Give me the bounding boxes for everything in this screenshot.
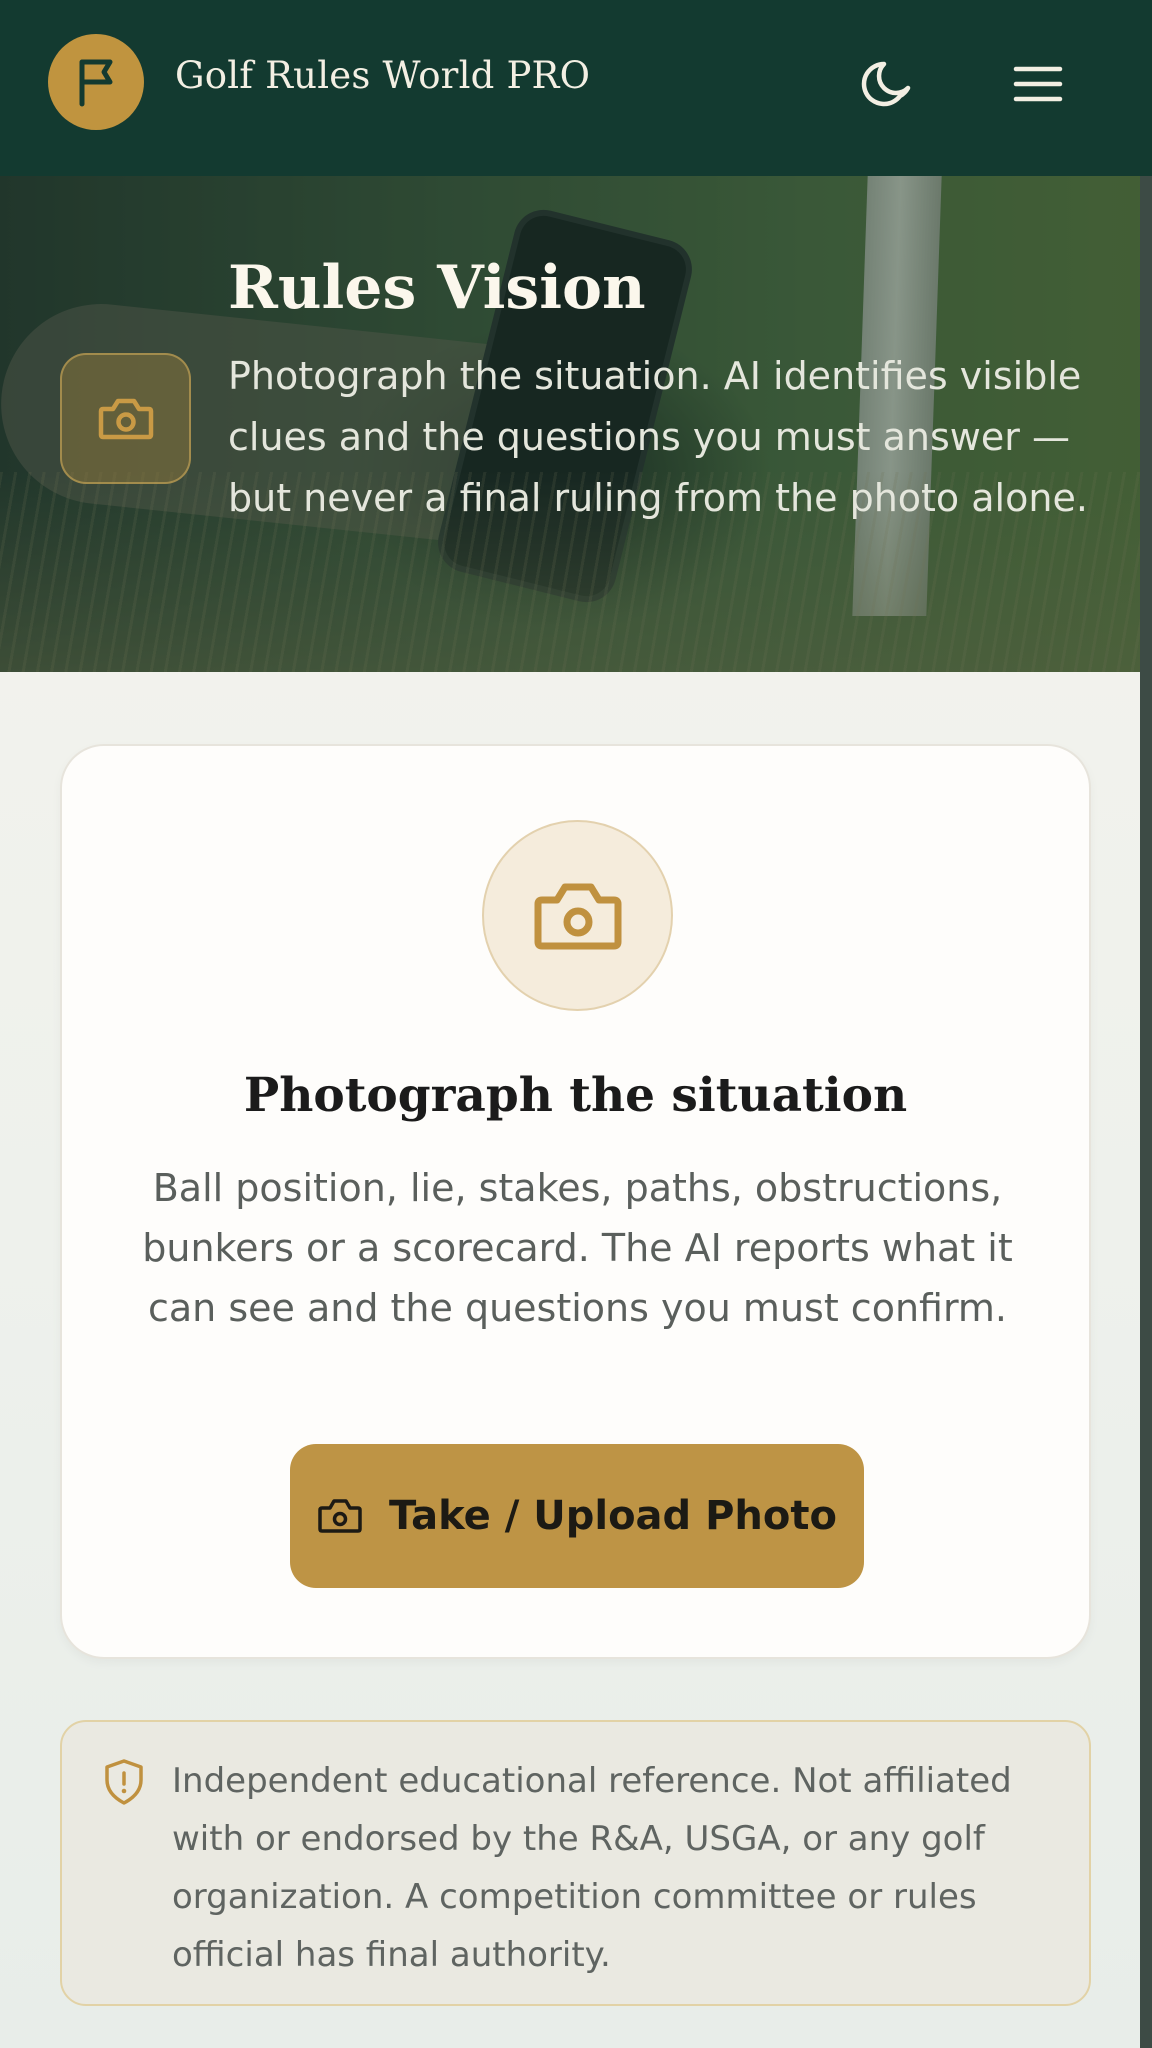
photo-capture-card: Photograph the situation Ball position, … bbox=[60, 744, 1091, 1659]
card-description: Ball position, lie, stakes, paths, obstr… bbox=[142, 1166, 1013, 1330]
scrollbar-track bbox=[1140, 176, 1152, 672]
camera-icon bbox=[318, 1499, 362, 1533]
hero-description: Photograph the situation. AI identifies … bbox=[228, 354, 1088, 520]
take-upload-photo-button[interactable]: Take / Upload Photo bbox=[290, 1444, 864, 1588]
hero-title: Rules Vision bbox=[228, 253, 646, 323]
hero-camera-badge bbox=[60, 353, 191, 484]
shield-alert-icon bbox=[105, 1759, 143, 1805]
theme-toggle-button[interactable] bbox=[852, 48, 924, 120]
scrollbar-track-lower bbox=[1140, 672, 1152, 2048]
camera-icon bbox=[534, 883, 621, 949]
app-header: Golf Rules World PRO bbox=[0, 0, 1152, 176]
hamburger-menu-icon bbox=[1013, 66, 1063, 102]
take-upload-photo-label: Take / Upload Photo bbox=[389, 1493, 837, 1539]
menu-button[interactable] bbox=[1002, 48, 1074, 120]
moon-icon bbox=[861, 61, 911, 107]
camera-icon bbox=[98, 398, 153, 439]
disclaimer-box: Independent educational reference. Not a… bbox=[60, 1720, 1091, 2006]
app-title: Golf Rules World PRO bbox=[175, 54, 591, 97]
app-logo[interactable] bbox=[48, 34, 144, 130]
card-camera-badge bbox=[482, 820, 673, 1011]
flag-icon bbox=[79, 59, 113, 107]
hero-banner: Rules Vision Photograph the situation. A… bbox=[0, 176, 1152, 672]
disclaimer-text: Independent educational reference. Not a… bbox=[172, 1761, 1012, 1975]
card-title: Photograph the situation bbox=[243, 1068, 908, 1123]
